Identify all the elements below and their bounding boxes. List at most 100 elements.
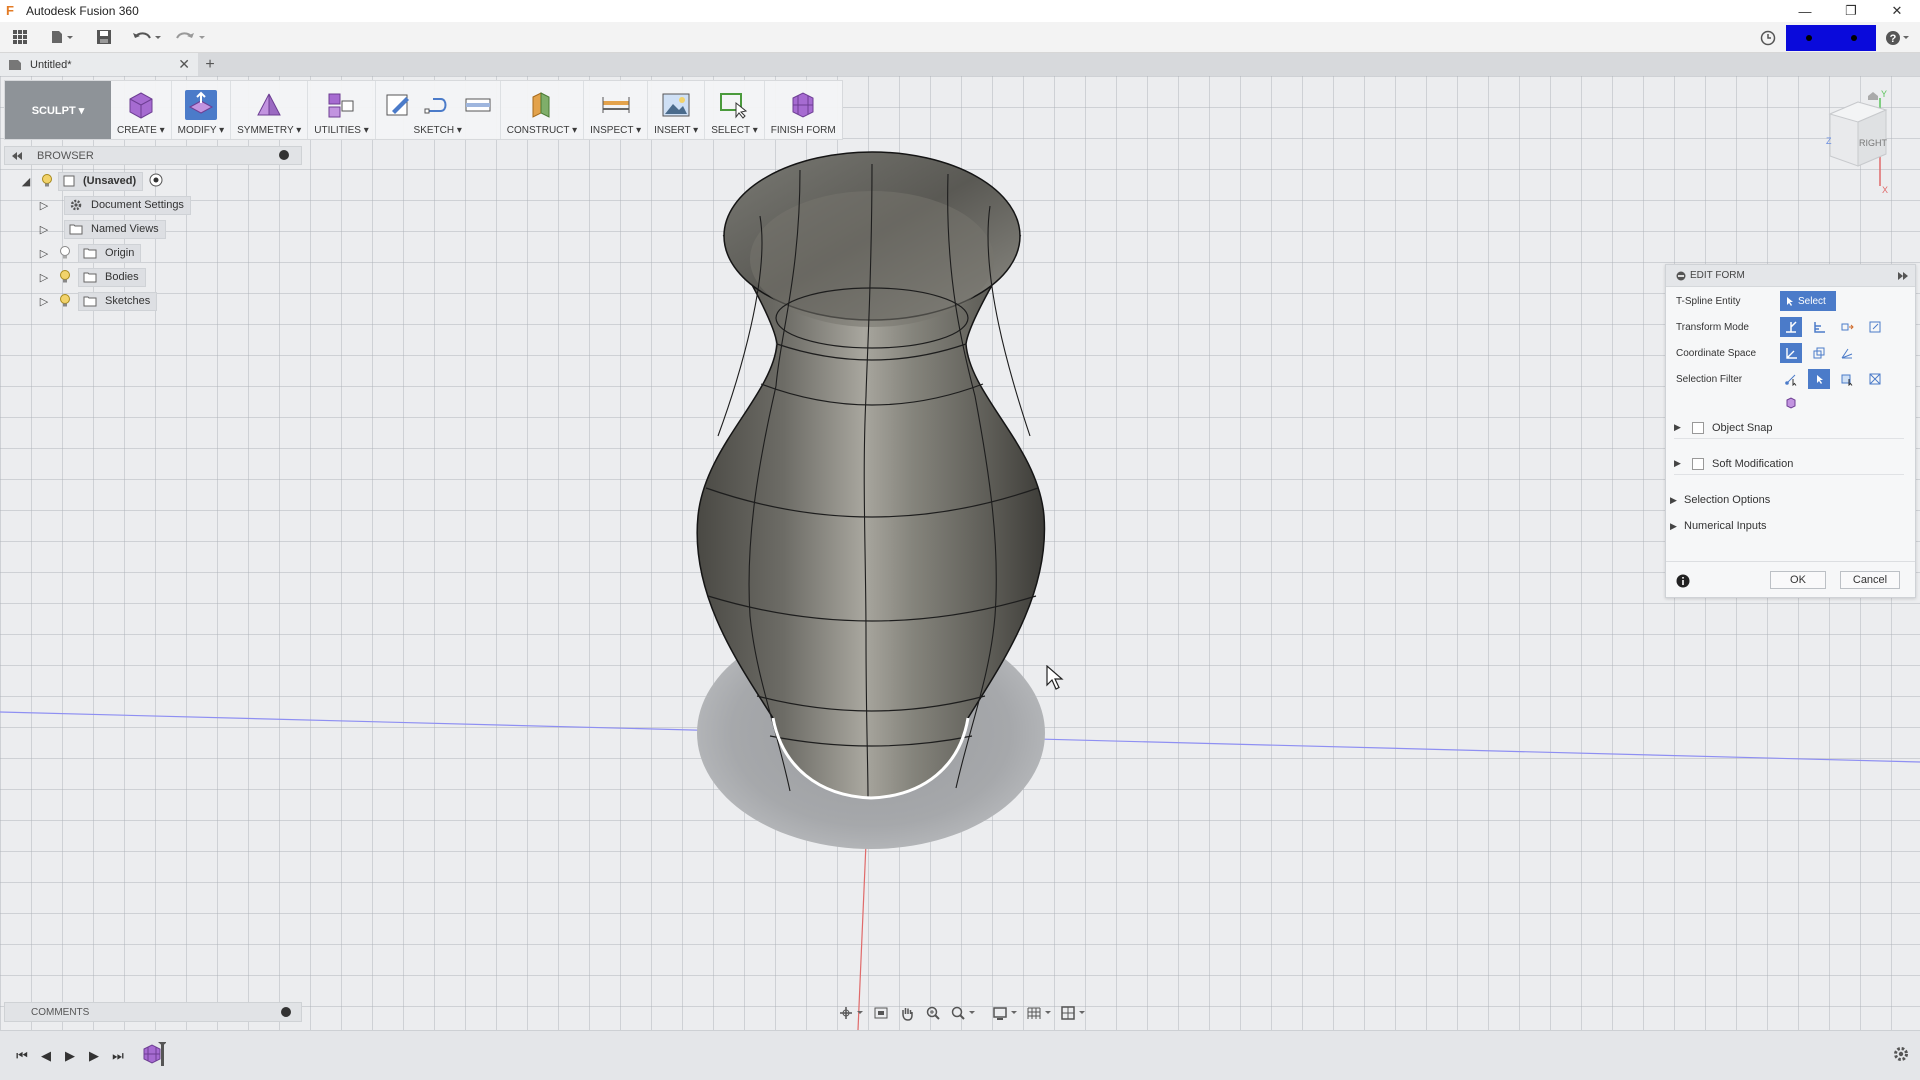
restore-button[interactable]: ❐ bbox=[1828, 0, 1874, 22]
bodies-node[interactable]: Bodies bbox=[78, 267, 146, 287]
pan-hand-icon[interactable] bbox=[896, 1003, 918, 1023]
face-filter-icon[interactable] bbox=[1836, 369, 1858, 389]
browser-root-node[interactable]: (Unsaved) bbox=[58, 171, 144, 191]
form-feature-icon[interactable] bbox=[140, 1041, 167, 1070]
ok-button[interactable]: OK bbox=[1770, 571, 1826, 589]
object-snap-row[interactable]: ▶ Object Snap bbox=[1674, 417, 1904, 439]
view-cube[interactable]: RIGHT Y Z X bbox=[1818, 89, 1918, 200]
browser-header[interactable]: BROWSER bbox=[4, 146, 302, 165]
toolbar-inspect[interactable]: INSPECT ▾ bbox=[584, 81, 649, 139]
redo-icon[interactable] bbox=[168, 23, 212, 51]
toolbar-create[interactable]: CREATE ▾ bbox=[111, 81, 172, 139]
expand-triangle-icon[interactable]: ▷ bbox=[38, 199, 50, 212]
origin-node[interactable]: Origin bbox=[78, 243, 142, 263]
browser-item-document-settings[interactable]: ▷ Document Settings bbox=[4, 193, 302, 217]
collapse-triangle-icon[interactable]: ◢ bbox=[20, 175, 32, 188]
expand-triangle-icon[interactable]: ▶ bbox=[1674, 458, 1686, 469]
save-icon[interactable] bbox=[84, 23, 124, 51]
world-space-icon[interactable] bbox=[1780, 343, 1802, 363]
expand-triangle-icon[interactable]: ▷ bbox=[38, 223, 50, 236]
toolbar-construct[interactable]: CONSTRUCT ▾ bbox=[501, 81, 585, 139]
vertex-filter-icon[interactable] bbox=[1780, 369, 1802, 389]
comments-panel[interactable]: COMMENTS bbox=[4, 1002, 302, 1022]
toolbar-modify[interactable]: MODIFY ▾ bbox=[172, 81, 232, 139]
cancel-button[interactable]: Cancel bbox=[1840, 571, 1900, 589]
go-to-end-button[interactable]: ⏭ bbox=[106, 1044, 130, 1068]
job-status-clock-icon[interactable] bbox=[1750, 24, 1786, 52]
toolbar-symmetry[interactable]: SYMMETRY ▾ bbox=[231, 81, 309, 139]
apps-grid-icon[interactable] bbox=[0, 23, 40, 51]
step-back-button[interactable]: ◀ bbox=[34, 1044, 58, 1068]
viewports-icon[interactable] bbox=[1058, 1003, 1088, 1023]
expand-triangle-icon[interactable]: ▶ bbox=[1670, 521, 1682, 532]
play-button[interactable]: ▶ bbox=[58, 1044, 82, 1068]
tspline-select-button[interactable]: Select bbox=[1780, 291, 1836, 311]
close-tab-icon[interactable]: ✕ bbox=[178, 56, 190, 73]
view-space-icon[interactable] bbox=[1808, 343, 1830, 363]
named-views-node[interactable]: Named Views bbox=[64, 219, 166, 239]
view-cube-face-label[interactable]: RIGHT bbox=[1859, 138, 1888, 148]
look-at-icon[interactable] bbox=[870, 1003, 892, 1023]
soft-modification-row[interactable]: ▶ Soft Modification bbox=[1674, 453, 1904, 475]
translate-icon[interactable] bbox=[1808, 317, 1830, 337]
pin-icon[interactable] bbox=[279, 150, 289, 160]
undo-icon[interactable] bbox=[124, 23, 168, 51]
local-space-icon[interactable] bbox=[1836, 343, 1858, 363]
minimize-button[interactable]: — bbox=[1782, 0, 1828, 22]
scale-icon[interactable] bbox=[1864, 317, 1886, 337]
add-comment-icon[interactable] bbox=[281, 1007, 291, 1017]
close-window-button[interactable]: ✕ bbox=[1874, 0, 1920, 22]
help-icon[interactable]: ? bbox=[1876, 24, 1920, 52]
selection-options-section[interactable]: ▶ Selection Options bbox=[1670, 489, 1770, 511]
visibility-bulb-off-icon[interactable] bbox=[58, 246, 72, 260]
soft-modification-checkbox[interactable] bbox=[1692, 457, 1704, 470]
activate-radio-icon[interactable] bbox=[149, 173, 163, 190]
body-filter-icon[interactable] bbox=[1864, 369, 1886, 389]
file-menu-icon[interactable] bbox=[40, 23, 84, 51]
new-tab-button[interactable]: + bbox=[198, 53, 222, 76]
go-to-start-button[interactable]: ⏮ bbox=[10, 1044, 34, 1068]
info-icon[interactable] bbox=[1676, 574, 1690, 591]
toolbar-insert[interactable]: INSERT ▾ bbox=[648, 81, 706, 139]
toolbar-sketch[interactable]: SKETCH ▾ bbox=[376, 81, 501, 139]
toolbar-select[interactable]: SELECT ▾ bbox=[705, 81, 765, 139]
expand-triangle-icon[interactable]: ▷ bbox=[38, 271, 50, 284]
visibility-bulb-icon[interactable] bbox=[40, 174, 54, 188]
zoom-icon[interactable] bbox=[922, 1003, 944, 1023]
visibility-bulb-icon[interactable] bbox=[58, 294, 72, 308]
home-view-icon[interactable] bbox=[1868, 92, 1878, 100]
sketches-node[interactable]: Sketches bbox=[78, 291, 158, 311]
timeline-settings-gear-icon[interactable] bbox=[1892, 1045, 1910, 1068]
edit-form-header[interactable]: EDIT FORM bbox=[1666, 265, 1915, 287]
expand-triangle-icon[interactable]: ▷ bbox=[38, 247, 50, 260]
toolbar-finish-form[interactable]: FINISH FORM bbox=[765, 81, 842, 139]
fit-zoom-icon[interactable] bbox=[948, 1003, 978, 1023]
display-settings-icon[interactable] bbox=[990, 1003, 1020, 1023]
expand-dialog-icon[interactable] bbox=[1897, 271, 1909, 281]
object-filter-icon[interactable] bbox=[1780, 393, 1802, 413]
expand-triangle-icon[interactable]: ▷ bbox=[38, 295, 50, 308]
browser-root-row[interactable]: ◢ (Unsaved) bbox=[4, 169, 302, 193]
toolbar-utilities[interactable]: UTILITIES ▾ bbox=[308, 81, 376, 139]
grid-settings-icon[interactable] bbox=[1024, 1003, 1054, 1023]
browser-item-bodies[interactable]: ▷ Bodies bbox=[4, 265, 302, 289]
orbit-icon[interactable] bbox=[836, 1003, 866, 1023]
rotate-icon[interactable] bbox=[1836, 317, 1858, 337]
user-account-button[interactable] bbox=[1786, 24, 1876, 51]
expand-triangle-icon[interactable]: ▶ bbox=[1670, 495, 1682, 506]
browser-item-named-views[interactable]: ▷ Named Views bbox=[4, 217, 302, 241]
expand-triangle-icon[interactable]: ▶ bbox=[1674, 422, 1686, 433]
step-forward-button[interactable]: ▶ bbox=[82, 1044, 106, 1068]
document-settings-node[interactable]: Document Settings bbox=[64, 195, 191, 215]
numerical-inputs-section[interactable]: ▶ Numerical Inputs bbox=[1670, 515, 1767, 537]
edge-filter-icon[interactable] bbox=[1808, 369, 1830, 389]
browser-item-origin[interactable]: ▷ Origin bbox=[4, 241, 302, 265]
object-snap-checkbox[interactable] bbox=[1692, 421, 1704, 434]
multi-transform-icon[interactable] bbox=[1780, 317, 1802, 337]
document-tab[interactable]: Untitled* ✕ bbox=[0, 53, 198, 76]
collapse-panel-icon[interactable] bbox=[11, 151, 23, 161]
dialog-collapse-icon[interactable] bbox=[1676, 271, 1686, 281]
visibility-bulb-icon[interactable] bbox=[58, 270, 72, 284]
browser-item-sketches[interactable]: ▷ Sketches bbox=[4, 289, 302, 313]
workspace-sculpt-dropdown[interactable]: SCULPT ▾ bbox=[5, 81, 111, 139]
